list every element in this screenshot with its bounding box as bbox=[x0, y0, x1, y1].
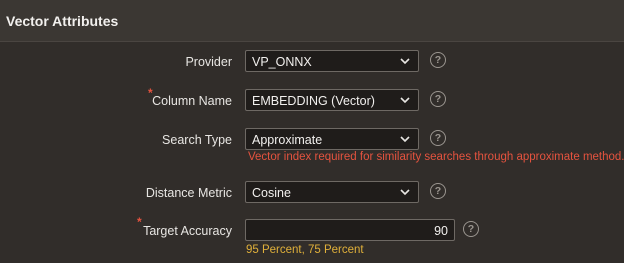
panel-title: Vector Attributes bbox=[6, 13, 119, 29]
required-icon: * bbox=[137, 215, 142, 229]
search-type-row: Search Type Approximate ? Vector index r… bbox=[0, 128, 624, 163]
help-icon[interactable]: ? bbox=[430, 183, 446, 199]
chevron-down-icon bbox=[400, 136, 410, 143]
column-name-label: Column Name bbox=[152, 94, 232, 108]
target-accuracy-hint: 95 Percent, 75 Percent bbox=[246, 244, 364, 256]
provider-value: VP_ONNX bbox=[252, 55, 312, 69]
search-type-select[interactable]: Approximate bbox=[245, 128, 419, 150]
target-accuracy-label: Target Accuracy bbox=[143, 224, 232, 238]
target-accuracy-row: * Target Accuracy 90 ? 95 Percent, 75 Pe… bbox=[0, 215, 624, 256]
panel-header: Vector Attributes bbox=[0, 0, 624, 42]
provider-label: Provider bbox=[185, 55, 232, 69]
help-icon[interactable]: ? bbox=[430, 91, 446, 107]
column-name-select[interactable]: EMBEDDING (Vector) bbox=[245, 89, 419, 111]
provider-select[interactable]: VP_ONNX bbox=[245, 50, 419, 72]
help-icon[interactable]: ? bbox=[463, 221, 479, 237]
search-type-error-message: Vector index required for similarity sea… bbox=[248, 151, 624, 163]
distance-metric-label: Distance Metric bbox=[145, 186, 232, 200]
distance-metric-row: Distance Metric Cosine ? bbox=[0, 181, 624, 205]
search-type-label: Search Type bbox=[162, 133, 232, 147]
help-icon[interactable]: ? bbox=[430, 130, 446, 146]
chevron-down-icon bbox=[400, 97, 410, 104]
distance-metric-select[interactable]: Cosine bbox=[245, 181, 419, 203]
search-type-value: Approximate bbox=[252, 133, 323, 147]
distance-metric-value: Cosine bbox=[252, 186, 291, 200]
column-name-value: EMBEDDING (Vector) bbox=[252, 94, 375, 108]
help-icon[interactable]: ? bbox=[430, 52, 446, 68]
provider-row: Provider VP_ONNX ? bbox=[0, 50, 624, 74]
column-name-row: * Column Name EMBEDDING (Vector) ? bbox=[0, 86, 624, 113]
target-accuracy-value: 90 bbox=[434, 224, 448, 238]
chevron-down-icon bbox=[400, 58, 410, 65]
chevron-down-icon bbox=[400, 189, 410, 196]
target-accuracy-input[interactable]: 90 bbox=[245, 219, 455, 241]
